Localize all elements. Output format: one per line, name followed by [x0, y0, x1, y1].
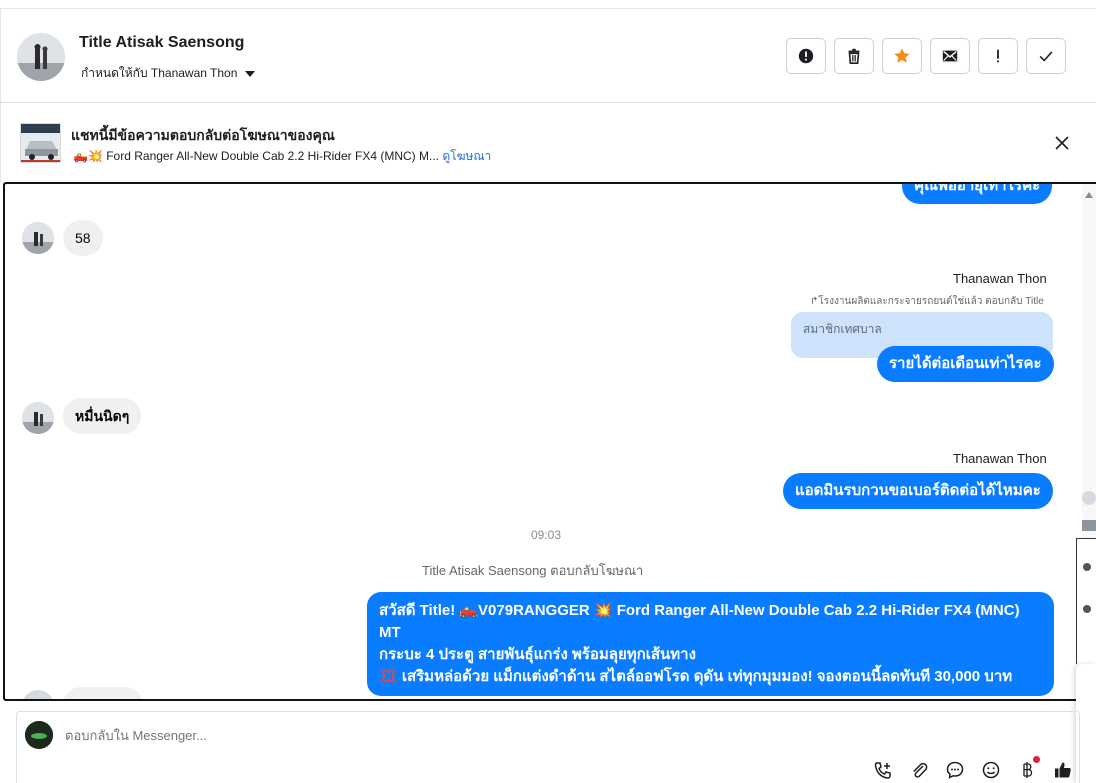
ad-reply-line: สวัสดี Title! 🛻V079RANGGER 💥 Ford Ranger… — [379, 602, 1020, 641]
sender-name: Thanawan Thon — [953, 451, 1047, 466]
ad-banner-title: แชทนี้มีข้อความตอบกลับต่อโฆษณาของคุณ — [71, 127, 335, 143]
scroll-up-arrow-icon[interactable] — [1085, 192, 1093, 198]
notification-dot — [1033, 756, 1040, 763]
quoted-text: สมาชิกเทศบาล — [803, 322, 882, 336]
close-icon[interactable] — [1053, 134, 1071, 152]
call-button[interactable] — [872, 759, 894, 781]
contact-avatar[interactable] — [17, 33, 65, 81]
reply-composer — [16, 711, 1080, 783]
conversation-header: Title Atisak Saensong กำหนดให้กับ Thanaw… — [0, 9, 1096, 103]
ad-reply-banner: แชทนี้มีข้อความตอบกลับต่อโฆษณาของคุณ 🛻💥 … — [0, 103, 1096, 182]
contact-name: Title Atisak Saensong — [79, 34, 245, 51]
ad-reply-system-line: Title Atisak Saensong ตอบกลับโฆษณา — [422, 563, 644, 578]
emoji-icon — [982, 761, 1000, 779]
ad-reply-message[interactable]: สวัสดี Title! 🛻V079RANGGER 💥 Ford Ranger… — [367, 592, 1054, 696]
baht-icon — [1023, 762, 1033, 778]
ad-reply-line: กระบะ 4 ประตู สายพันธุ์แกร่ง พร้อมลุยทุก… — [379, 646, 696, 663]
message-out[interactable]: รายได้ต่อเดือนเท่าไรคะ — [877, 346, 1054, 382]
message-in[interactable]: 58 — [63, 220, 103, 256]
attach-button[interactable] — [908, 759, 930, 781]
saved-reply-icon — [946, 761, 964, 779]
payment-button[interactable] — [1016, 756, 1040, 781]
message-in-partial[interactable] — [63, 687, 143, 699]
mini-dot-icon — [1083, 605, 1091, 613]
contact-avatar-small — [22, 222, 54, 254]
like-button[interactable] — [1052, 759, 1074, 781]
ad-reply-line: 💢 เสริมหล่อด้วย แม็กแต่งดำด้าน สไตล์ออฟโ… — [379, 668, 1013, 685]
phone-plus-icon — [874, 762, 891, 779]
alert-circle-icon — [798, 48, 814, 64]
like-icon — [1055, 762, 1071, 778]
exclamation-icon — [997, 49, 999, 63]
ad-name: 🛻💥 Ford Ranger All-New Double Cab 2.2 Hi… — [73, 149, 439, 163]
ad-banner-subtitle: 🛻💥 Ford Ranger All-New Double Cab 2.2 Hi… — [73, 147, 491, 166]
mark-done-button[interactable] — [1026, 38, 1066, 74]
envelope-icon — [942, 50, 958, 62]
trash-icon — [848, 48, 860, 65]
side-box — [1076, 538, 1096, 664]
message-in[interactable]: หมื่นนิดๆ — [63, 398, 142, 434]
composer-tools — [872, 756, 1074, 781]
mark-unread-button[interactable] — [930, 38, 970, 74]
spam-button[interactable] — [978, 38, 1018, 74]
contact-avatar-small — [22, 690, 54, 699]
avatar-photo-icon — [17, 33, 65, 81]
message-thread[interactable]: คุณพ่ออายุเท่าไรคะ 58 Thanawan Thon ↱โรง… — [3, 182, 1096, 701]
emoji-button[interactable] — [980, 759, 1002, 781]
saved-replies-button[interactable] — [944, 759, 966, 781]
report-button[interactable] — [786, 38, 826, 74]
mini-dot-icon — [1083, 563, 1091, 571]
message-input[interactable] — [65, 728, 665, 743]
car-image-icon — [21, 124, 60, 162]
reply-context-note: ↱โรงงานผลิตและกระจายรถยนต์ใช่แล้ว ตอบกลั… — [810, 296, 1044, 307]
message-out-partial[interactable]: คุณพ่ออายุเท่าไรคะ — [902, 184, 1053, 204]
message-timestamp: 09:03 — [531, 528, 562, 542]
avatar-photo-icon — [22, 222, 54, 254]
assignee-dropdown[interactable]: กำหนดให้กับ Thanawan Thon — [81, 64, 256, 83]
caret-down-icon — [245, 70, 256, 77]
view-ad-link[interactable]: ดูโฆษณา — [442, 149, 491, 163]
assignee-label: กำหนดให้กับ Thanawan Thon — [81, 66, 238, 80]
avatar-photo-icon — [22, 402, 54, 434]
check-icon — [1039, 51, 1053, 62]
mini-thumbnail — [1082, 520, 1096, 531]
message-out[interactable]: แอดมินรบกวนขอเบอร์ติดต่อได้ไหมคะ — [783, 473, 1053, 509]
header-actions — [786, 38, 1066, 74]
sender-name: Thanawan Thon — [953, 271, 1047, 286]
delete-button[interactable] — [834, 38, 874, 74]
ad-thumbnail[interactable] — [20, 123, 61, 163]
star-button[interactable] — [882, 38, 922, 74]
mini-avatar — [1082, 491, 1096, 505]
page-avatar — [25, 721, 53, 749]
contact-avatar-small — [22, 402, 54, 434]
star-icon — [894, 48, 910, 63]
paperclip-icon — [913, 762, 928, 778]
page-logo-icon — [25, 721, 53, 749]
